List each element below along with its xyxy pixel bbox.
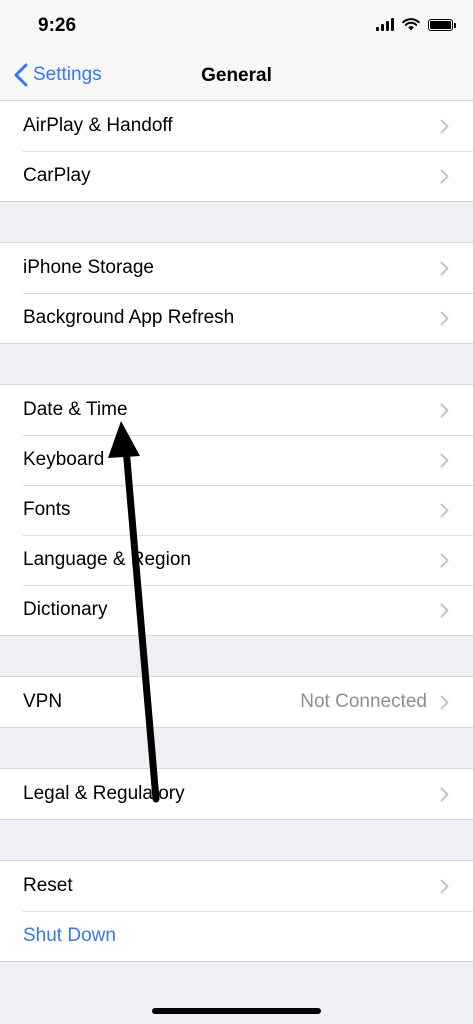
chevron-right-icon bbox=[440, 119, 449, 133]
row-label: Language & Region bbox=[23, 549, 191, 570]
status-bar: 9:26 bbox=[0, 0, 473, 52]
row-label: Legal & Regulatory bbox=[23, 783, 185, 804]
settings-group-reset: Reset Shut Down bbox=[0, 860, 473, 962]
row-label: AirPlay & Handoff bbox=[23, 115, 173, 136]
vpn-status-value: Not Connected bbox=[300, 691, 427, 712]
chevron-right-icon bbox=[440, 169, 449, 183]
row-label: Keyboard bbox=[23, 449, 105, 470]
navigation-bar: Settings General bbox=[0, 52, 473, 101]
chevron-right-icon bbox=[440, 553, 449, 567]
chevron-right-icon bbox=[440, 311, 449, 325]
row-label: VPN bbox=[23, 691, 63, 712]
settings-group-storage: iPhone Storage Background App Refresh bbox=[0, 242, 473, 344]
row-language-region[interactable]: Language & Region bbox=[0, 535, 473, 585]
shut-down-label: Shut Down bbox=[23, 925, 116, 946]
row-reset[interactable]: Reset bbox=[0, 861, 473, 911]
row-label: Date & Time bbox=[23, 399, 128, 420]
cellular-signal-icon bbox=[376, 18, 394, 31]
row-label: Reset bbox=[23, 875, 73, 896]
row-label: iPhone Storage bbox=[23, 257, 154, 278]
row-airplay-handoff[interactable]: AirPlay & Handoff bbox=[0, 101, 473, 151]
chevron-right-icon bbox=[440, 261, 449, 275]
row-legal-regulatory[interactable]: Legal & Regulatory bbox=[0, 769, 473, 819]
settings-list: AirPlay & Handoff CarPlay iPhone Storage… bbox=[0, 101, 473, 962]
wifi-icon bbox=[402, 18, 420, 31]
chevron-right-icon bbox=[440, 503, 449, 517]
settings-group-connectivity: AirPlay & Handoff CarPlay bbox=[0, 101, 473, 202]
chevron-right-icon bbox=[440, 453, 449, 467]
page-title: General bbox=[201, 65, 272, 86]
settings-group-legal: Legal & Regulatory bbox=[0, 768, 473, 820]
chevron-right-icon bbox=[440, 879, 449, 893]
row-label: CarPlay bbox=[23, 165, 91, 186]
row-iphone-storage[interactable]: iPhone Storage bbox=[0, 243, 473, 293]
status-icons bbox=[376, 18, 456, 31]
row-background-app-refresh[interactable]: Background App Refresh bbox=[0, 293, 473, 343]
row-date-time[interactable]: Date & Time bbox=[0, 385, 473, 435]
row-label: Background App Refresh bbox=[23, 307, 235, 328]
row-label: Dictionary bbox=[23, 599, 108, 620]
row-fonts[interactable]: Fonts bbox=[0, 485, 473, 535]
row-shut-down[interactable]: Shut Down bbox=[0, 911, 473, 961]
row-carplay[interactable]: CarPlay bbox=[0, 151, 473, 201]
chevron-right-icon bbox=[440, 603, 449, 617]
settings-group-vpn: VPN Not Connected bbox=[0, 676, 473, 728]
status-time: 9:26 bbox=[38, 15, 77, 36]
battery-icon bbox=[428, 18, 456, 31]
row-vpn[interactable]: VPN Not Connected bbox=[0, 677, 473, 727]
row-keyboard[interactable]: Keyboard bbox=[0, 435, 473, 485]
chevron-right-icon bbox=[440, 403, 449, 417]
chevron-right-icon bbox=[440, 695, 449, 709]
settings-group-locale: Date & Time Keyboard Fonts Language & Re… bbox=[0, 384, 473, 636]
row-label: Fonts bbox=[23, 499, 71, 520]
chevron-right-icon bbox=[440, 787, 449, 801]
row-dictionary[interactable]: Dictionary bbox=[0, 585, 473, 635]
home-indicator[interactable] bbox=[152, 1008, 321, 1014]
